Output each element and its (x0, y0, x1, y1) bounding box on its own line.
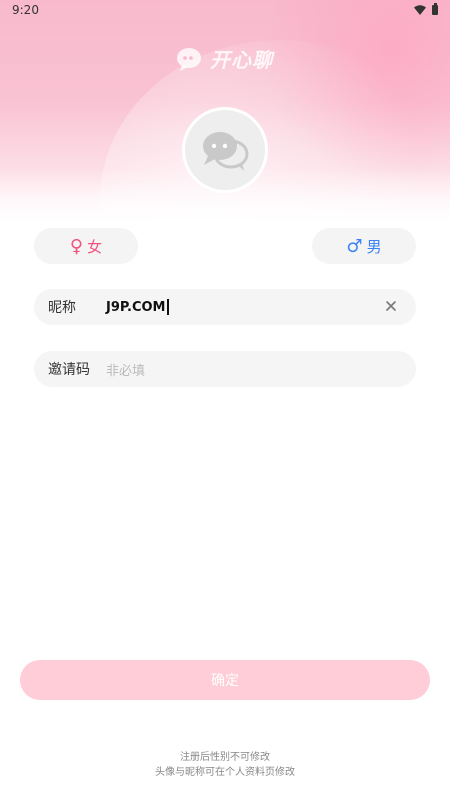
confirm-button[interactable]: 确定 (20, 660, 430, 700)
gender-female-label: 女 (87, 237, 103, 256)
invite-code-field[interactable]: 邀请码 非必填 (34, 351, 416, 387)
status-bar: 9:20 (0, 0, 450, 20)
chat-bubbles-icon (203, 132, 249, 171)
nickname-input[interactable]: J9P.COM (106, 299, 169, 315)
registration-notes: 注册后性别不可修改 头像与昵称可在个人资料页修改 (0, 750, 450, 780)
app-logo: 开心聊 (176, 44, 273, 73)
note-profile-edit: 头像与昵称可在个人资料页修改 (155, 767, 295, 778)
invite-code-input[interactable]: 非必填 (106, 360, 145, 379)
status-time: 9:20 (12, 3, 39, 17)
gender-male-button[interactable]: ♂ 男 (312, 228, 416, 264)
male-icon: ♂ (346, 235, 363, 257)
note-gender-lock: 注册后性别不可修改 (180, 752, 270, 763)
battery-icon (432, 3, 438, 15)
gender-male-label: 男 (366, 237, 382, 256)
text-cursor (166, 299, 169, 315)
nickname-label: 昵称 (48, 300, 76, 316)
avatar-upload[interactable] (182, 107, 268, 193)
app-name: 开心聊 (210, 48, 273, 72)
nickname-field[interactable]: 昵称 J9P.COM (34, 289, 416, 325)
gender-female-button[interactable]: ♀ 女 (34, 228, 138, 264)
nickname-value: J9P.COM (106, 299, 166, 315)
female-icon: ♀ (69, 235, 84, 257)
clear-icon[interactable] (384, 299, 398, 313)
invite-code-label: 邀请码 (48, 362, 90, 378)
chat-bubble-logo-icon (177, 47, 201, 71)
wifi-icon (414, 5, 426, 15)
